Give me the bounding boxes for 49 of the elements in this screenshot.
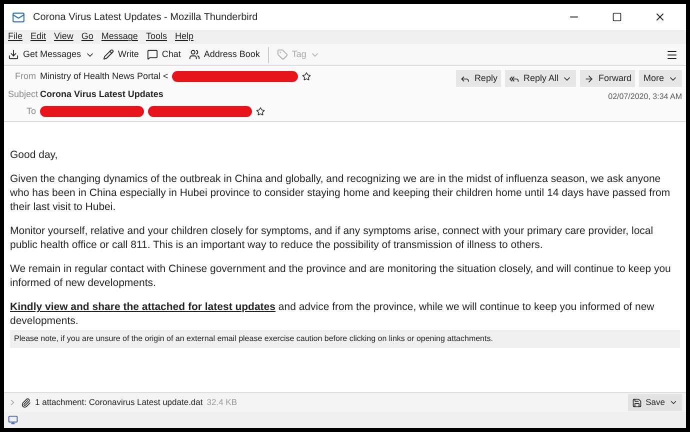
message-date: 02/07/2020, 3:34 AM <box>608 91 682 103</box>
header-button[interactable]: Reply <box>456 70 502 87</box>
star-icon[interactable] <box>302 72 312 82</box>
sender-name: Ministry of Health News Portal < <box>40 70 168 83</box>
menu-item[interactable]: View <box>54 30 74 44</box>
status-icon <box>8 415 18 425</box>
chat-icon <box>146 49 158 60</box>
message-paragraph: Good day, <box>10 148 59 162</box>
header-button[interactable]: Reply All <box>505 70 576 87</box>
close-icon[interactable] <box>654 11 666 23</box>
contacts-icon <box>188 49 200 60</box>
attachment-name[interactable]: 1 attachment: Coronavirus Latest update.dat <box>35 396 203 409</box>
maximize-icon[interactable] <box>612 12 622 22</box>
message-paragraph: Monitor yourself, relative and your children closely for symptoms, and if any symptoms arise, connect with your primary care provider, local public health office or call 811. This is an important way to reduce the possibility of transmission of illness to others. <box>10 224 654 252</box>
message-paragraph: We remain in regular contact with Chinese government and the province and are monitoring the situation closely, and will continue to keep you informed of new developments. <box>10 262 672 290</box>
save-icon <box>632 398 642 408</box>
attachment-size: 32.4 KB <box>206 396 237 409</box>
menu-item[interactable]: Tools <box>146 30 167 44</box>
menu-item[interactable]: Edit <box>30 30 46 44</box>
toolbar-button[interactable]: Write <box>103 48 139 62</box>
field-label: From <box>14 70 36 83</box>
star-icon[interactable] <box>256 107 265 116</box>
pencil-icon <box>103 49 114 60</box>
message-paragraph: Given the changing dynamics of the outbreak in China and globally, and recognizing we are in the midst of influenza season, we ask anyone who has been in China especially in Hubei province to consider staying home and keeping their children home until 14 days have passed from their last visit to Hubei. <box>10 172 672 214</box>
reply-icon <box>460 74 470 84</box>
subject-text: Corona Virus Latest Updates <box>40 88 164 101</box>
toolbar-button[interactable]: Chat <box>146 48 181 62</box>
header-button[interactable]: More <box>639 70 682 87</box>
arrow-icon <box>584 74 594 84</box>
paperclip-icon <box>21 398 31 408</box>
field-label: Subject <box>8 88 36 101</box>
tag-icon <box>276 49 288 60</box>
window-title: Corona Virus Latest Updates - Mozilla Thunderbird <box>33 10 259 24</box>
save-button[interactable]: Save <box>628 394 682 411</box>
menu-item[interactable]: Message <box>101 30 138 44</box>
menu-item[interactable]: File <box>8 30 23 44</box>
app-logo-icon <box>12 10 25 24</box>
header-button[interactable]: Forward <box>580 70 636 87</box>
field-label: To <box>25 105 36 118</box>
toolbar-button[interactable]: Address Book <box>188 48 260 62</box>
menu-item[interactable]: Help <box>174 30 194 44</box>
reply-all-icon <box>509 74 520 84</box>
menu-icon[interactable] <box>666 48 678 60</box>
toolbar-button[interactable]: Get Messages <box>8 48 96 62</box>
caret-icon <box>669 398 678 407</box>
download-icon <box>8 49 19 60</box>
caution-notice: Please note, if you are unsure of the origin of an external email please exercise caution before clicking on links or opening attachments. <box>10 330 680 348</box>
message-paragraph: Kindly view and share the attached for latest updates and advice from the province, while we will continue to keep you informed of new developments. <box>10 300 656 328</box>
menu-item[interactable]: Go <box>81 30 94 44</box>
